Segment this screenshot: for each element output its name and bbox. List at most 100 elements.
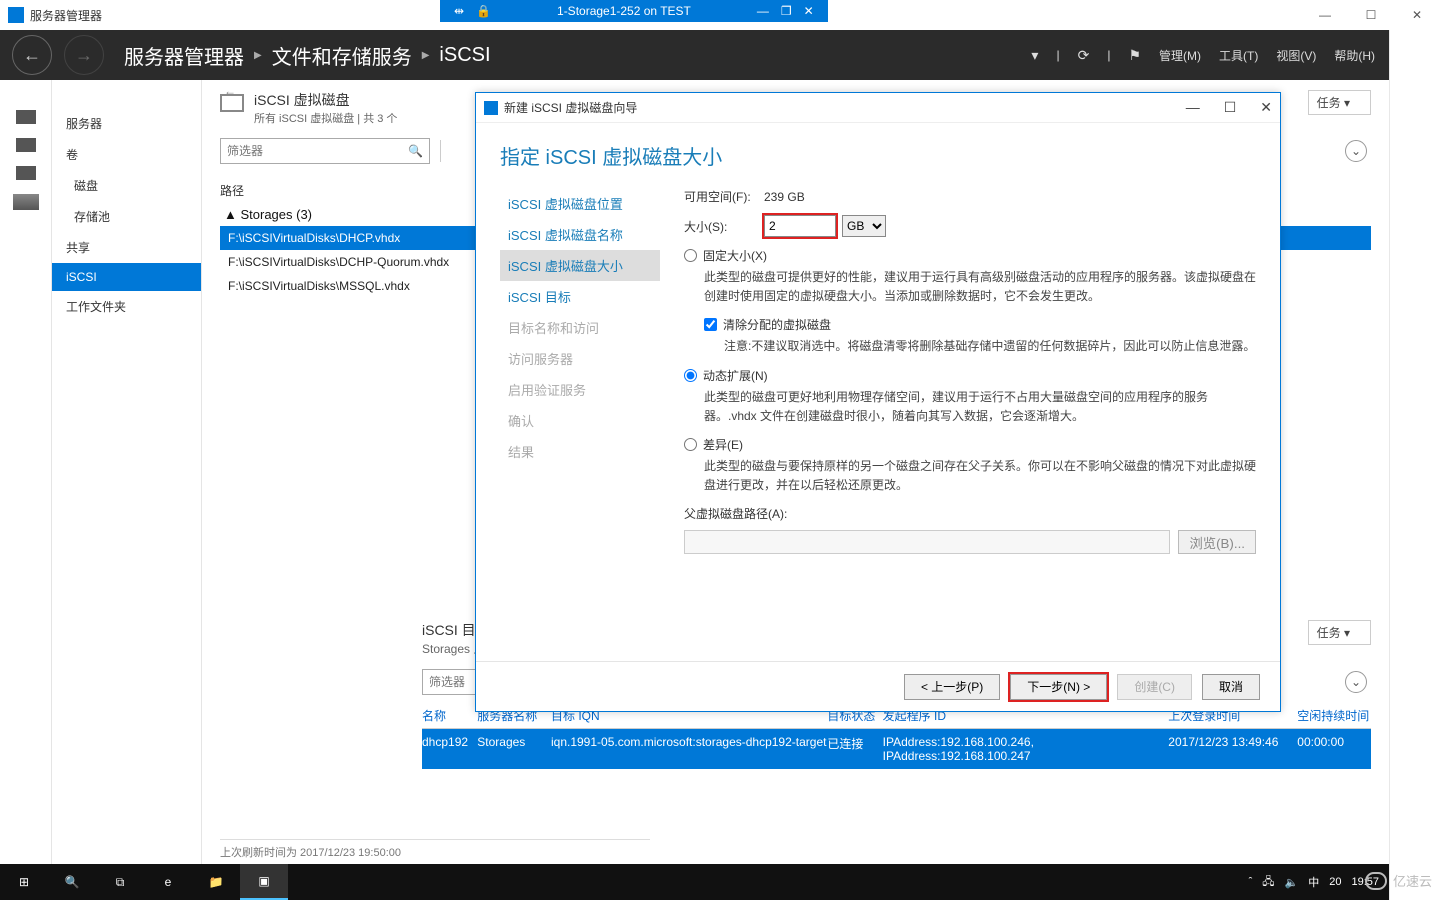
radio-diff[interactable]: 差异(E) [684,436,1256,453]
taskbar-search-icon[interactable]: 🔍 [48,864,96,900]
menu-help[interactable]: 帮助(H) [1334,47,1375,64]
wizard-content: 可用空间(F): 239 GB 大小(S): GB 固定大小(X) 此类型的磁盘… [660,180,1256,661]
refresh-icon[interactable]: ⟳ [1078,47,1090,64]
right-edge-strip [1389,30,1440,900]
divider: | [1107,48,1110,62]
create-button: 创建(C) [1117,674,1192,700]
sidebar: 服务器 卷 磁盘 存储池 共享 iSCSI 工作文件夹 [52,80,202,864]
filter-input[interactable] [227,144,408,158]
sidebar-item-servers[interactable]: 服务器 [52,108,201,139]
col-name[interactable]: 名称 [422,707,477,724]
dynamic-desc: 此类型的磁盘可更好地利用物理存储空间，建议用于运行不占用大量磁盘空间的应用程序的… [704,388,1256,426]
tray-up-icon[interactable]: ˆ [1249,876,1253,888]
taskbar: ⊞ 🔍 ⧉ e 📁 ▣ ˆ 🖧 🔈 中 20 19:57 [0,864,1389,900]
menu-manage[interactable]: 管理(M) [1159,47,1201,64]
outer-maximize-button[interactable]: ☐ [1348,0,1394,30]
nav-back-button[interactable]: ← [12,35,52,75]
target-table-row[interactable]: dhcp192 Storages iqn.1991-05.com.microso… [422,729,1371,769]
flag-icon[interactable]: ⚑ [1128,47,1141,64]
breadcrumb-2[interactable]: iSCSI [439,44,490,67]
wizard-steps-nav: iSCSI 虚拟磁盘位置 iSCSI 虚拟磁盘名称 iSCSI 虚拟磁盘大小 i… [500,180,660,661]
iscsi-wizard-dialog: 新建 iSCSI 虚拟磁盘向导 — ☐ ✕ 指定 iSCSI 虚拟磁盘大小 iS… [475,92,1281,712]
search-icon[interactable]: 🔍 [408,144,423,158]
server-manager-header: ← → 服务器管理器 ▶ 文件和存储服务 ▶ iSCSI ▾ | ⟳ | ⚑ 管… [0,30,1389,80]
rdp-minimize-icon[interactable]: — [751,4,775,18]
sidebar-item-shares[interactable]: 共享 [52,232,201,263]
sidebar-item-workfolders[interactable]: 工作文件夹 [52,291,201,322]
narrow-nav [0,80,52,864]
expand-toggle-button[interactable]: ⌄ [1345,140,1367,162]
wizard-step-disabled: 确认 [500,405,660,436]
rdp-pin-icon[interactable]: ⇹ [448,4,470,18]
wizard-close-button[interactable]: ✕ [1260,99,1272,116]
target-tasks-dropdown[interactable]: 任务 ▾ [1308,620,1371,645]
wizard-step-disabled: 目标名称和访问 [500,312,660,343]
pane-title: iSCSI 虚拟磁盘 [254,90,397,110]
wizard-step[interactable]: iSCSI 虚拟磁盘名称 [500,219,660,250]
wizard-step-disabled: 启用验证服务 [500,374,660,405]
wizard-maximize-button[interactable]: ☐ [1224,99,1237,116]
wizard-step-disabled: 访问服务器 [500,343,660,374]
sidebar-item-disks[interactable]: 磁盘 [52,170,201,201]
nav-icon-dashboard[interactable] [16,110,36,124]
wizard-step-current[interactable]: iSCSI 虚拟磁盘大小 [500,250,660,281]
nav-icon-all[interactable] [16,166,36,180]
parent-path-input [684,530,1170,554]
wizard-icon [484,101,498,115]
rdp-close-icon[interactable]: ✕ [798,4,820,18]
watermark: 亿速云 [1365,871,1432,890]
taskbar-servermanager-icon[interactable]: ▣ [240,864,288,900]
rdp-title: 1-Storage1-252 on TEST [497,4,751,18]
divider: | [1056,48,1059,62]
filter-input-box[interactable]: 🔍 [220,138,430,164]
free-space-value: 239 GB [764,190,805,204]
start-button[interactable]: ⊞ [0,864,48,900]
sidebar-item-iscsi[interactable]: iSCSI [52,263,201,291]
col-idle[interactable]: 空闲持续时间 [1297,707,1371,724]
tasks-dropdown[interactable]: 任务 ▾ [1308,90,1371,115]
menu-tools[interactable]: 工具(T) [1219,47,1258,64]
last-refresh-label: 上次刷新时间为 2017/12/23 19:50:00 [220,839,650,864]
task-view-icon[interactable]: ⧉ [96,864,144,900]
breadcrumb-root[interactable]: 服务器管理器 [124,41,244,70]
menu-view[interactable]: 视图(V) [1276,47,1316,64]
target-expand-toggle[interactable]: ⌄ [1345,671,1367,693]
breadcrumb: 服务器管理器 ▶ 文件和存储服务 ▶ iSCSI [124,41,491,70]
radio-dynamic[interactable]: 动态扩展(N) [684,367,1256,384]
size-unit-select[interactable]: GB [842,215,886,237]
divider [440,140,441,162]
breadcrumb-1[interactable]: 文件和存储服务 [272,41,412,70]
sidebar-item-pools[interactable]: 存储池 [52,201,201,232]
outer-close-button[interactable]: ✕ [1394,0,1440,30]
chevron-right-icon: ▶ [422,50,430,61]
size-label: 大小(S): [684,218,764,235]
parent-path-label: 父虚拟磁盘路径(A): [684,505,1256,522]
next-button[interactable]: 下一步(N) > [1010,674,1107,700]
nav-forward-button[interactable]: → [64,35,104,75]
nav-icon-file-storage[interactable] [13,194,39,210]
rdp-restore-icon[interactable]: ❐ [775,4,798,18]
nav-icon-local[interactable] [16,138,36,152]
cancel-button[interactable]: 取消 [1202,674,1260,700]
tray-ime[interactable]: 中 [1308,874,1319,890]
wizard-minimize-button[interactable]: — [1186,99,1200,116]
tray-volume-icon[interactable]: 🔈 [1285,876,1299,889]
prev-button[interactable]: < 上一步(P) [904,674,1000,700]
outer-minimize-button[interactable]: — [1302,0,1348,30]
taskbar-explorer-icon[interactable]: 📁 [192,864,240,900]
chevron-down-icon[interactable]: ▾ [1031,47,1038,64]
chevron-right-icon: ▶ [254,50,262,61]
rdp-lock-icon[interactable]: 🔒 [470,4,497,18]
wizard-step[interactable]: iSCSI 虚拟磁盘位置 [500,188,660,219]
tray-network-icon[interactable]: 🖧 [1262,873,1274,892]
size-input[interactable] [764,215,836,237]
browse-button: 浏览(B)... [1178,530,1256,554]
app-icon [8,7,24,23]
radio-fixed[interactable]: 固定大小(X) [684,247,1256,264]
wizard-step-disabled: 结果 [500,436,660,467]
pane-subtitle: 所有 iSCSI 虚拟磁盘 | 共 3 个 [254,110,397,126]
taskbar-ie-icon[interactable]: e [144,864,192,900]
wizard-step[interactable]: iSCSI 目标 [500,281,660,312]
clear-checkbox[interactable] [704,318,717,331]
sidebar-item-volumes[interactable]: 卷 [52,139,201,170]
